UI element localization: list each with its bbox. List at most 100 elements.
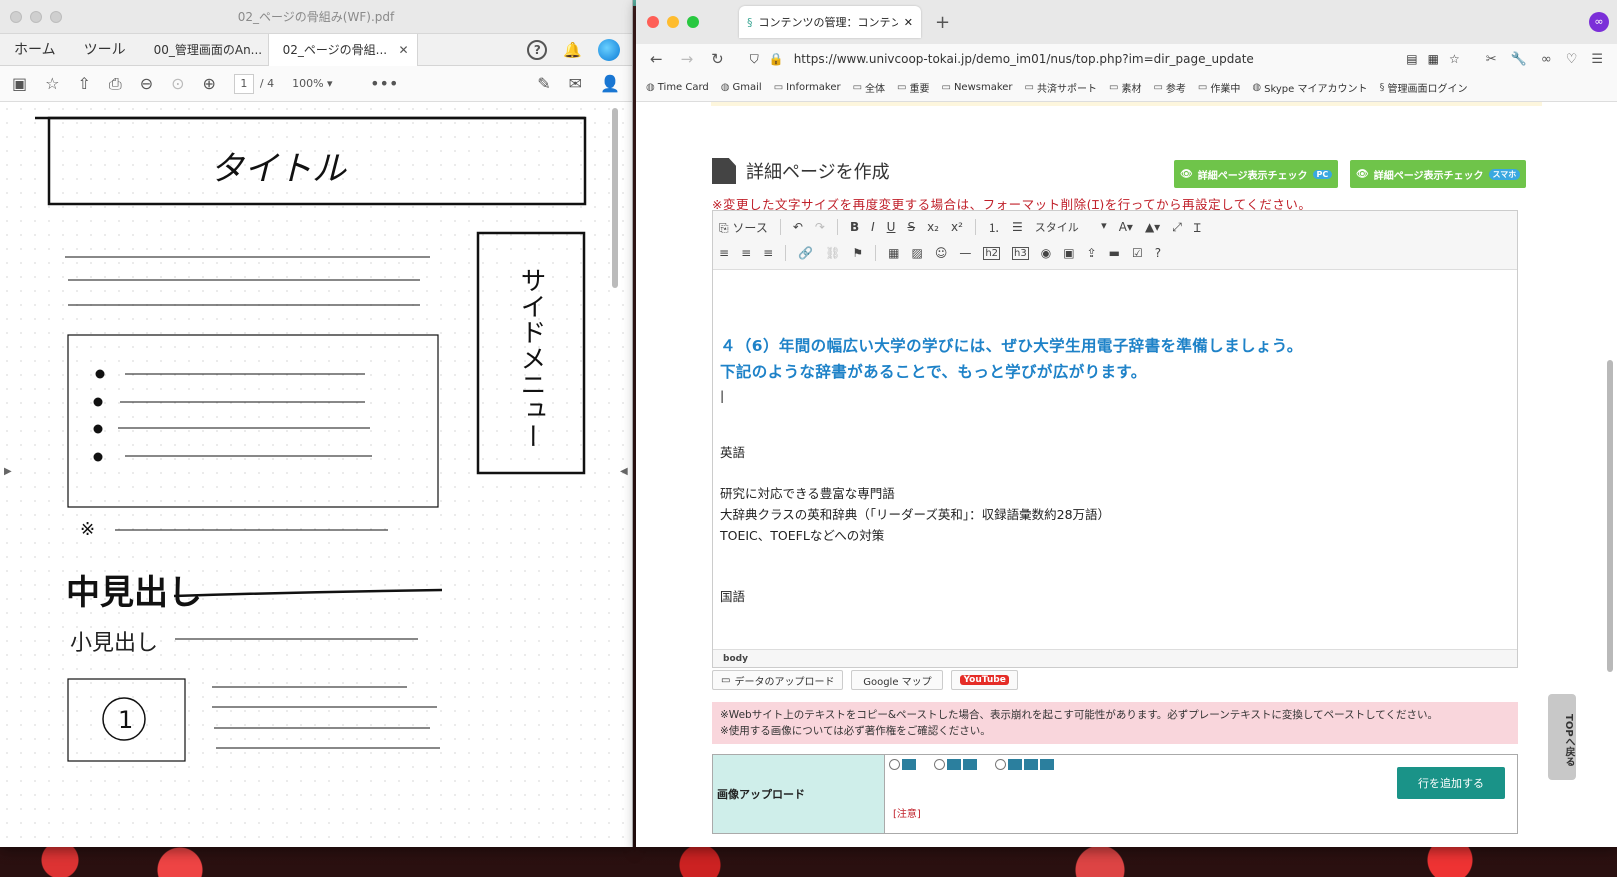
superscript-icon[interactable]: x² [951,220,963,234]
qr-icon[interactable]: ▦ [1428,52,1439,66]
bookmark-item[interactable]: ▭ Informaker [774,82,841,93]
anchor-flag-icon[interactable]: ⚑ [852,246,863,260]
bookmark-item[interactable]: ◍ Skype マイアカウント [1252,80,1367,95]
upload-file-icon[interactable]: ⇪ [1087,246,1097,260]
google-map-button[interactable]: Google マップ [851,670,944,690]
unlink-icon[interactable]: ⛓ [825,246,840,260]
bell-icon[interactable]: 🔔 [563,41,582,59]
subscript-icon[interactable]: x₂ [927,220,939,234]
rich-text-editor[interactable]: ⎘ ソース ↶ ↷ B I U S x₂ x² ⒈ ☰ スタイル ▾ A▾ ▲▾… [712,210,1518,668]
bookmark-star-icon[interactable]: ☆ [1449,52,1460,66]
bookmark-item[interactable]: ▭ 素材 [1109,80,1141,95]
link-icon[interactable]: 🔗 [798,246,813,260]
image-icon[interactable]: ▨ [911,246,922,260]
pdf-scrollbar[interactable] [612,108,618,288]
style-select[interactable]: スタイル ▾ [1035,219,1107,235]
h2-icon[interactable]: h2 [983,246,1001,260]
numbered-list-icon[interactable]: ⒈ [988,219,1000,236]
page-up-icon[interactable]: ⊙ [171,74,184,93]
extension-icon[interactable]: ∞ [1589,12,1609,32]
forward-icon[interactable]: → [681,50,694,68]
bookmark-item[interactable]: ◍ Time Card [646,82,709,93]
pocket-icon[interactable]: ♡ [1566,52,1578,67]
layout-radio-3[interactable] [995,757,1054,770]
table-icon[interactable]: ▦ [888,246,899,260]
close-icon[interactable]: ✕ [399,34,409,66]
layout-radio-1[interactable] [889,757,916,770]
mail-icon[interactable]: ✉ [569,74,582,93]
browser-tab-active[interactable]: § コンテンツの管理：コンテンツ作成 ✕ [739,6,921,38]
layout-radio-2[interactable] [934,757,977,770]
bookmark-item[interactable]: ◍ Gmail [721,82,762,93]
bookmark-item[interactable]: ▭ 参考 [1153,80,1185,95]
embed-icon[interactable]: ▣ [1063,246,1074,260]
new-tab-icon[interactable]: + [935,12,950,33]
browser-window-controls[interactable] [647,16,699,28]
help-icon[interactable]: ? [527,39,548,60]
align-center-icon[interactable]: ≡ [741,246,751,260]
underline-icon[interactable]: U [887,220,896,234]
check-pc-button[interactable]: 👁 詳細ページ表示チェック PC [1174,160,1339,188]
zoom-select[interactable]: 100% ▾ [292,77,352,90]
youtube-button[interactable]: YouTube [951,670,1018,690]
align-left-icon[interactable]: ≡ [719,246,729,260]
share-user-icon[interactable]: 👤 [600,74,620,93]
page-down-icon[interactable]: ⊕ [203,74,216,93]
upload-icon[interactable]: ⇧ [77,74,90,93]
check-sp-button[interactable]: 👁 詳細ページ表示チェック スマホ [1350,160,1527,188]
bg-color-icon[interactable]: ▲▾ [1145,220,1160,234]
url-bar[interactable]: ⛉ 🔒 https://www.univcoop-tokai.jp/demo_i… [742,52,1468,67]
print-icon[interactable]: ⎙ [109,74,122,94]
more-icon[interactable]: ••• [370,74,398,93]
redo-icon[interactable]: ↷ [815,220,825,234]
save-icon[interactable]: ▣ [12,74,27,93]
bookmark-item[interactable]: ▭ 全体 [853,80,885,95]
tab-doc-admin[interactable]: 00_管理画面のAn... [140,34,268,66]
editor-body[interactable]: ４（6）年間の幅広い大学の学びには、ぜひ大学生用電子辞書を準備しましょう。 下記… [713,273,1517,649]
text-color-icon[interactable]: A▾ [1119,220,1133,234]
right-panel-toggle-icon[interactable]: ◀ [620,466,628,477]
bullet-list-icon[interactable]: ☰ [1012,220,1023,234]
bookmark-item[interactable]: ▭ 共済サポート [1025,80,1097,95]
left-panel-toggle-icon[interactable]: ▶ [4,466,12,477]
zoom-out-icon[interactable]: ⊖ [140,74,153,93]
bookmark-item[interactable]: ▭ Newsmaker [942,82,1013,93]
reload-icon[interactable]: ↻ [711,50,724,68]
bold-icon[interactable]: B [850,220,859,234]
close-icon[interactable]: ✕ [904,16,913,29]
italic-icon[interactable]: I [871,220,875,234]
page-scrollbar[interactable] [1607,360,1613,672]
strike-icon[interactable]: S [907,220,915,234]
remove-format-icon[interactable]: Ɪ [1194,219,1201,236]
tab-tools[interactable]: ツール [70,34,140,66]
tab-home[interactable]: ホーム [0,34,70,66]
tab-doc-wireframe[interactable]: 02_ページの骨組... ✕ [267,33,418,66]
bookmark-item[interactable]: ▭ 重要 [897,80,929,95]
horizontal-rule-icon[interactable]: — [959,246,971,260]
undo-icon[interactable]: ↶ [793,220,803,234]
wrench-icon[interactable]: 🔧 [1511,52,1527,67]
screenshot-icon[interactable]: ✂ [1486,52,1497,67]
emoji-icon[interactable]: ☺ [935,246,948,260]
back-to-top-button[interactable]: TOPへ戻る [1548,694,1576,780]
star-icon[interactable]: ☆ [45,74,59,93]
align-right-icon[interactable]: ≡ [763,246,773,260]
menu-icon[interactable]: ☰ [1591,52,1603,67]
add-row-button[interactable]: 行を追加する [1397,767,1505,799]
widget-icon[interactable]: ◉ [1041,246,1051,260]
sign-icon[interactable]: ✎ [537,74,550,93]
page-input[interactable]: 1 [233,73,254,94]
bookmark-item[interactable]: § 管理画面ログイン [1379,80,1467,95]
reader-icon[interactable]: ▤ [1406,52,1417,66]
h3-icon[interactable]: h3 [1012,246,1029,260]
bookmark-item[interactable]: ▭ 作業中 [1198,80,1240,95]
data-upload-button[interactable]: ▭ データのアップロード [712,670,844,690]
maximize-icon[interactable]: ⤢ [1172,220,1182,235]
account-icon[interactable] [598,38,620,61]
checklist-icon[interactable]: ☑ [1132,246,1143,260]
mask-icon[interactable]: ∞ [1541,52,1552,67]
block-icon[interactable]: ▬ [1109,246,1120,260]
source-button[interactable]: ⎘ ソース [719,219,768,236]
help-icon[interactable]: ? [1155,246,1161,260]
back-icon[interactable]: ← [650,50,663,68]
